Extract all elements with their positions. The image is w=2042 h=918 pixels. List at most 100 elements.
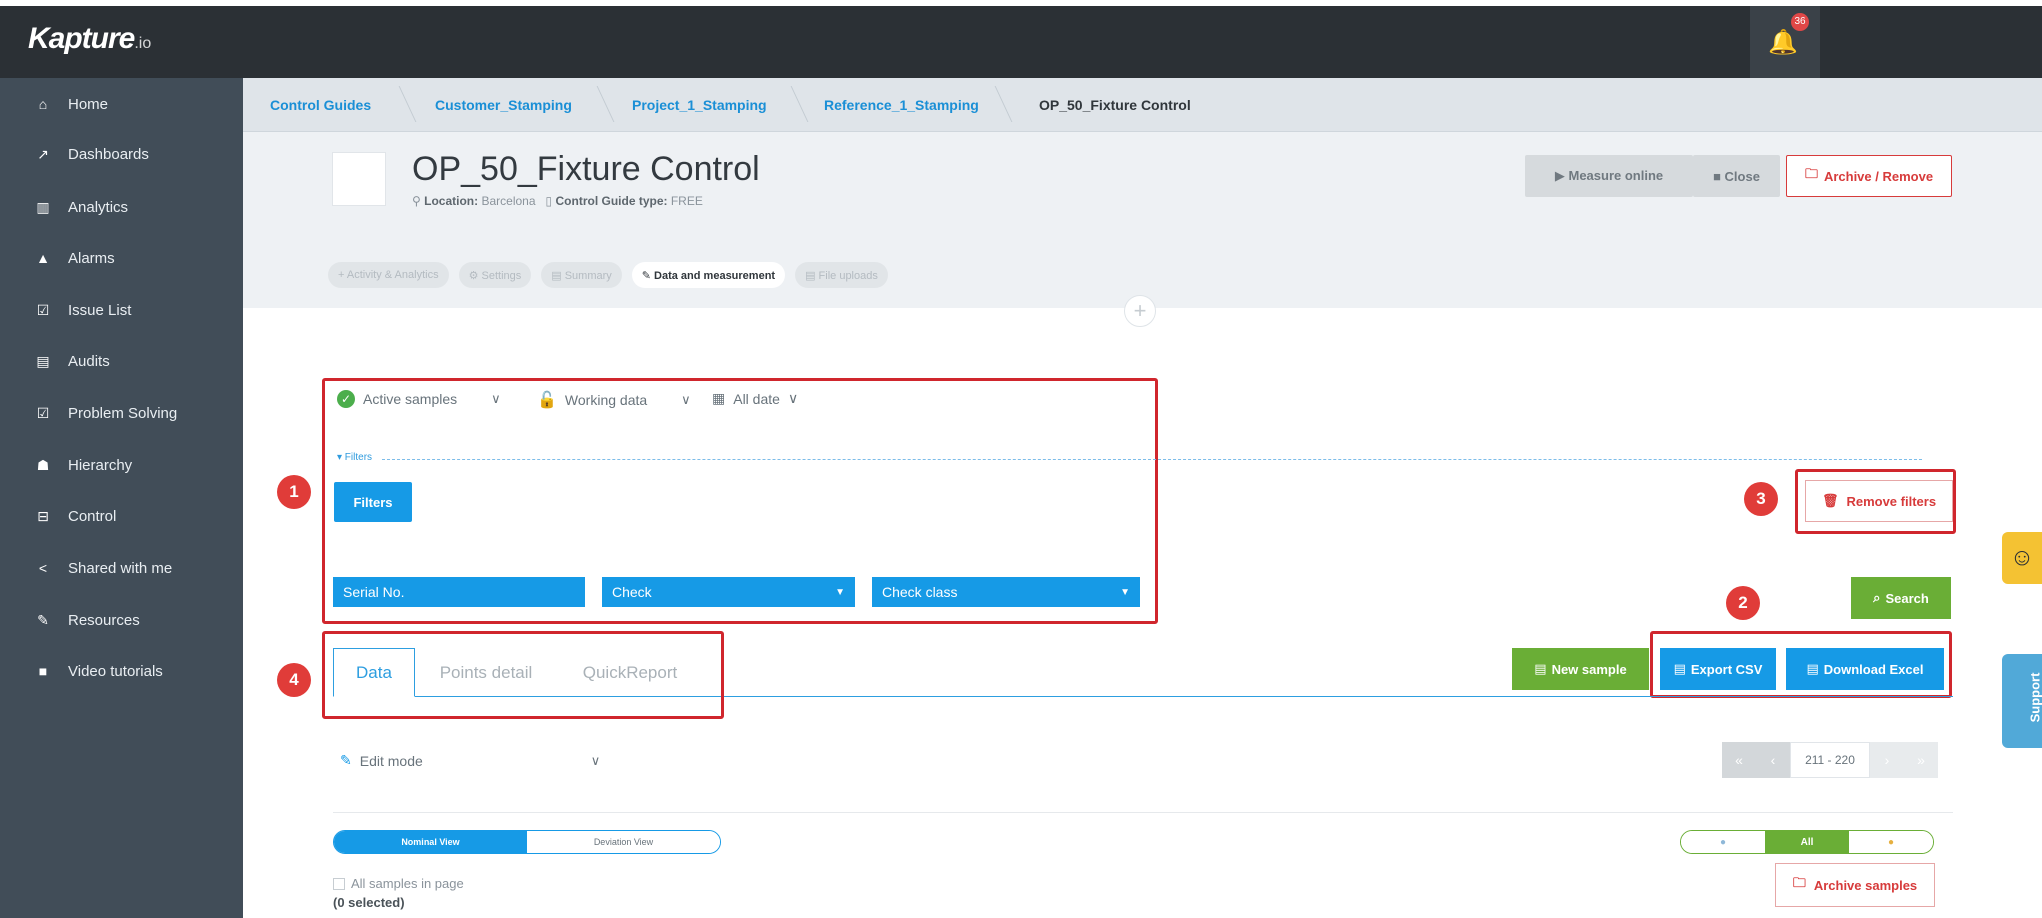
sidebar-item-analytics[interactable]: ▥ Analytics bbox=[34, 192, 128, 222]
pencil-icon: ✎ bbox=[340, 752, 352, 768]
check-class-select[interactable]: Check class ▼ bbox=[872, 577, 1140, 607]
export-csv-button[interactable]: ▤ Export CSV bbox=[1660, 648, 1776, 690]
tab-data[interactable]: Data bbox=[333, 648, 415, 697]
check-class-label: Check class bbox=[882, 584, 958, 600]
tab-file-uploads[interactable]: ▤ File uploads bbox=[795, 262, 888, 288]
deviation-view-option[interactable]: Deviation View bbox=[527, 831, 720, 853]
new-sample-label: New sample bbox=[1551, 661, 1627, 677]
status-all-option[interactable]: All bbox=[1765, 831, 1849, 853]
warning-icon: ▲ bbox=[36, 250, 50, 266]
search-button[interactable]: ⌕ Search bbox=[1851, 577, 1951, 619]
breadcrumb-item-control-guides[interactable]: Control Guides bbox=[270, 97, 371, 113]
filters-divider bbox=[382, 459, 1922, 460]
inbox-icon: ⊟ bbox=[37, 507, 49, 524]
caret-down-icon: ▼ bbox=[835, 586, 845, 598]
search-label: Search bbox=[1885, 590, 1929, 606]
sidebar-item-label: Control bbox=[68, 507, 117, 525]
checkbox-icon: ☑ bbox=[36, 404, 50, 421]
check-select[interactable]: Check ▼ bbox=[602, 577, 855, 607]
nominal-view-option[interactable]: Nominal View bbox=[334, 831, 527, 853]
archive-remove-button[interactable]: 🗀 Archive / Remove bbox=[1786, 155, 1952, 197]
new-sample-button[interactable]: ▤ New sample bbox=[1512, 648, 1649, 690]
edit-mode-select[interactable]: ✎ Edit mode ∨ bbox=[340, 752, 600, 769]
remove-filters-button[interactable]: 🗑 Remove filters bbox=[1805, 480, 1953, 522]
filters-button[interactable]: Filters bbox=[334, 482, 412, 522]
sidebar-item-home[interactable]: ⌂ Home bbox=[34, 89, 108, 119]
breadcrumb-item-reference[interactable]: Reference_1_Stamping bbox=[824, 97, 979, 113]
select-all-label: All samples in page bbox=[351, 876, 464, 891]
sidebar-item-video-tutorials[interactable]: ■ Video tutorials bbox=[34, 656, 163, 686]
remove-filters-label: Remove filters bbox=[1846, 493, 1937, 509]
active-samples-label: Active samples bbox=[363, 391, 458, 407]
guide-type-label: Control Guide type: bbox=[555, 194, 668, 208]
kapture-logo[interactable]: Kapture.io bbox=[28, 22, 151, 56]
breadcrumb-item-project[interactable]: Project_1_Stamping bbox=[632, 97, 767, 113]
file-icon: ▤ bbox=[1806, 661, 1819, 676]
sidebar-item-dashboards[interactable]: ↗ Dashboards bbox=[34, 139, 149, 169]
chevron-down-icon: ∨ bbox=[590, 752, 601, 768]
check-circle-icon: ✓ bbox=[337, 390, 355, 408]
logo-text: Kapture bbox=[28, 22, 135, 55]
bar-chart-icon: ▥ bbox=[36, 198, 50, 215]
close-button[interactable]: ■ Close bbox=[1693, 155, 1780, 197]
date-select[interactable]: ▦ All date ∨ bbox=[712, 390, 798, 407]
status-plus-option[interactable]: ● bbox=[1849, 831, 1933, 853]
sidebar-item-resources[interactable]: ✎ Resources bbox=[34, 605, 140, 635]
measure-online-button[interactable]: ▶ Measure online bbox=[1525, 155, 1693, 197]
sidebar-item-label: Alarms bbox=[68, 249, 115, 267]
archive-samples-button[interactable]: 🗀 Archive samples bbox=[1775, 863, 1935, 907]
sidebar-item-control[interactable]: ⊟ Control bbox=[34, 501, 116, 531]
section-tabs: + Activity & Analytics ⚙ Settings ▤ Summ… bbox=[328, 262, 888, 288]
sidebar-item-label: Shared with me bbox=[68, 559, 173, 577]
filters-collapse-toggle[interactable]: ▾ Filters bbox=[337, 452, 372, 463]
search-icon: ⌕ bbox=[1873, 590, 1881, 605]
serial-number-field[interactable]: Serial No. bbox=[333, 577, 585, 607]
location-value: Barcelona bbox=[481, 194, 536, 208]
tab-quickreport[interactable]: QuickReport bbox=[565, 648, 695, 697]
annotation-badge-3: 3 bbox=[1744, 482, 1778, 516]
feedback-tab[interactable]: ☺ bbox=[2002, 532, 2042, 584]
prev-page-button[interactable]: ‹ bbox=[1756, 742, 1790, 778]
add-icon[interactable]: + bbox=[1124, 295, 1156, 327]
sidebar-item-problem-solving[interactable]: ☑ Problem Solving bbox=[34, 398, 178, 428]
sidebar-item-shared-with-me[interactable]: < Shared with me bbox=[34, 553, 172, 583]
select-all-samples[interactable]: All samples in page bbox=[333, 876, 464, 891]
tab-settings[interactable]: ⚙ Settings bbox=[458, 262, 532, 288]
logo-suffix: .io bbox=[134, 35, 152, 52]
sidebar-item-audits[interactable]: ▤ Audits bbox=[34, 346, 109, 376]
page-meta: ⚲ Location: Barcelona ▯ Control Guide ty… bbox=[412, 194, 703, 208]
active-samples-select[interactable]: ✓ Active samples ∨ bbox=[337, 390, 501, 408]
sidebar-item-hierarchy[interactable]: ☗ Hierarchy bbox=[34, 450, 132, 480]
sidebar-item-alarms[interactable]: ▲ Alarms bbox=[34, 243, 115, 273]
control-guide-image bbox=[332, 152, 386, 206]
working-data-label: Working data bbox=[564, 392, 648, 408]
next-page-button[interactable]: › bbox=[1870, 742, 1904, 778]
tab-activity-analytics[interactable]: + Activity & Analytics bbox=[328, 262, 449, 288]
date-label: All date bbox=[733, 390, 780, 407]
file-icon: ▤ bbox=[1673, 661, 1686, 676]
annotation-badge-2: 2 bbox=[1726, 586, 1760, 620]
status-filter-toggle: ● All ● bbox=[1680, 830, 1934, 854]
page-range: 211 - 220 bbox=[1790, 742, 1870, 778]
chevron-down-icon: ∨ bbox=[491, 391, 501, 406]
sidebar-item-label: Home bbox=[68, 95, 109, 113]
bell-icon[interactable]: 🔔 bbox=[1768, 28, 1798, 57]
checkbox[interactable] bbox=[333, 877, 345, 890]
guide-type-value: FREE bbox=[670, 194, 703, 208]
last-page-button[interactable]: » bbox=[1904, 742, 1938, 778]
tab-points-detail[interactable]: Points detail bbox=[425, 648, 547, 697]
location-pin-icon: ⚲ bbox=[412, 194, 421, 208]
sidebar-item-issue-list[interactable]: ☑ Issue List bbox=[34, 295, 132, 325]
folder-icon: 🗀 bbox=[1804, 166, 1818, 181]
users-icon: ☗ bbox=[36, 456, 50, 473]
status-minus-option[interactable]: ● bbox=[1681, 831, 1765, 853]
location-label: Location: bbox=[424, 194, 479, 208]
tab-summary[interactable]: ▤ Summary bbox=[541, 262, 622, 288]
sidebar-item-label: Issue List bbox=[68, 301, 132, 319]
breadcrumb-item-customer[interactable]: Customer_Stamping bbox=[435, 97, 572, 113]
download-excel-button[interactable]: ▤ Download Excel bbox=[1786, 648, 1944, 690]
tab-data-and-measurement[interactable]: ✎ Data and measurement bbox=[631, 262, 786, 288]
working-data-select[interactable]: 🔓 Working data ∨ bbox=[537, 390, 691, 410]
sidebar-item-label: Dashboards bbox=[68, 145, 149, 163]
first-page-button[interactable]: « bbox=[1722, 742, 1756, 778]
